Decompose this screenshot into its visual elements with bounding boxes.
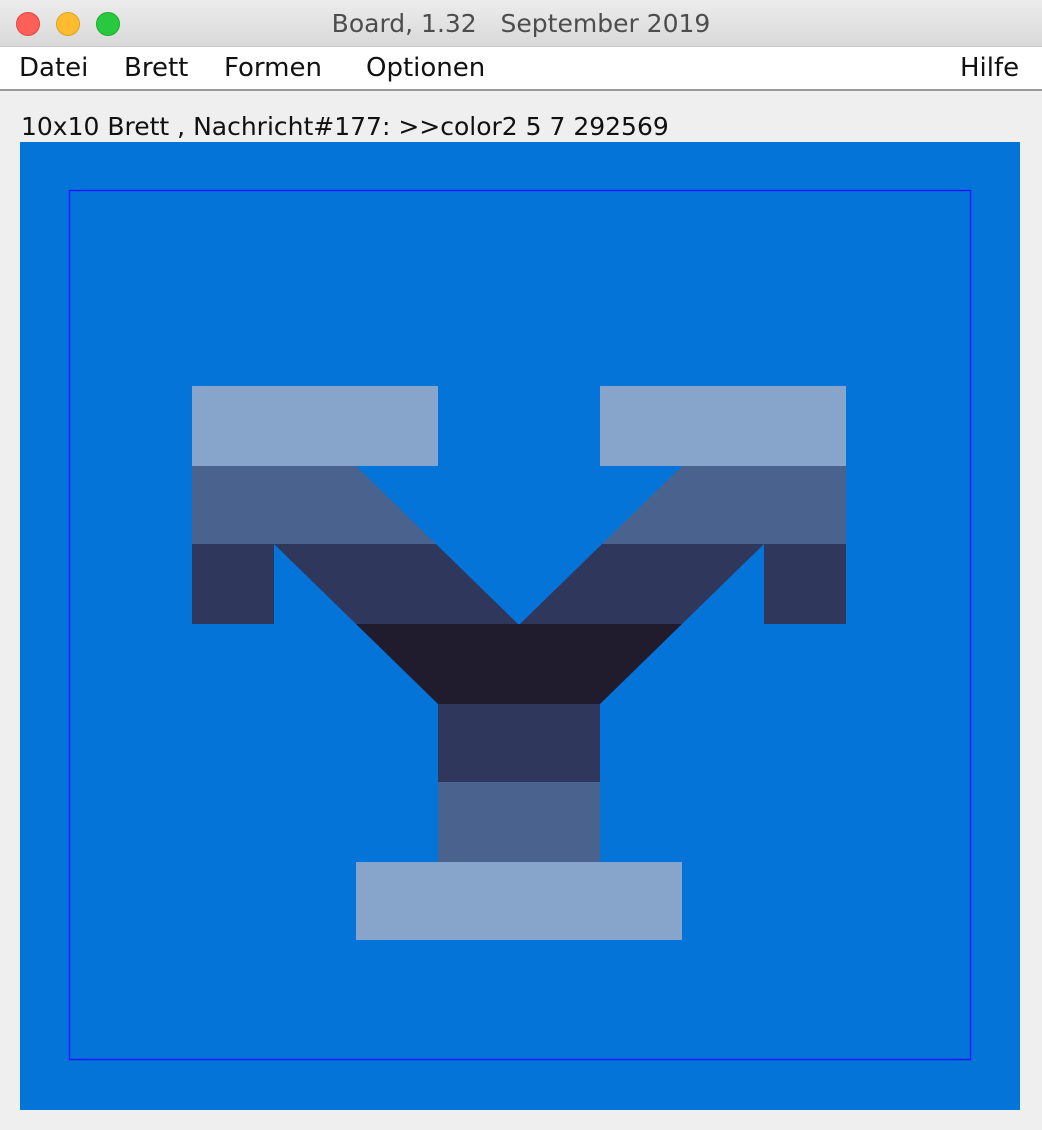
app-window: Board, 1.32 September 2019 Datei Brett F…	[0, 0, 1042, 1130]
left-hook	[192, 544, 274, 624]
menu-brett[interactable]: Brett	[124, 47, 188, 89]
top-right-bar	[600, 386, 846, 466]
menu-bar: Datei Brett Formen Optionen Hilfe	[0, 47, 1042, 91]
title-bar[interactable]: Board, 1.32 September 2019	[0, 0, 1042, 47]
board-drawing	[20, 142, 1020, 1110]
top-left-bar	[192, 386, 438, 466]
menu-datei[interactable]: Datei	[19, 47, 88, 89]
status-message: 10x10 Brett , Nachricht#177: >>color2 5 …	[21, 112, 669, 141]
stem-lower	[438, 782, 600, 862]
menu-optionen[interactable]: Optionen	[366, 47, 485, 89]
base-bar	[356, 862, 682, 940]
board-canvas[interactable]	[20, 142, 1020, 1110]
menu-formen[interactable]: Formen	[224, 47, 322, 89]
window-title: Board, 1.32 September 2019	[331, 9, 711, 38]
menu-hilfe[interactable]: Hilfe	[960, 47, 1019, 89]
stem-upper	[438, 704, 600, 784]
right-hook	[764, 544, 846, 624]
